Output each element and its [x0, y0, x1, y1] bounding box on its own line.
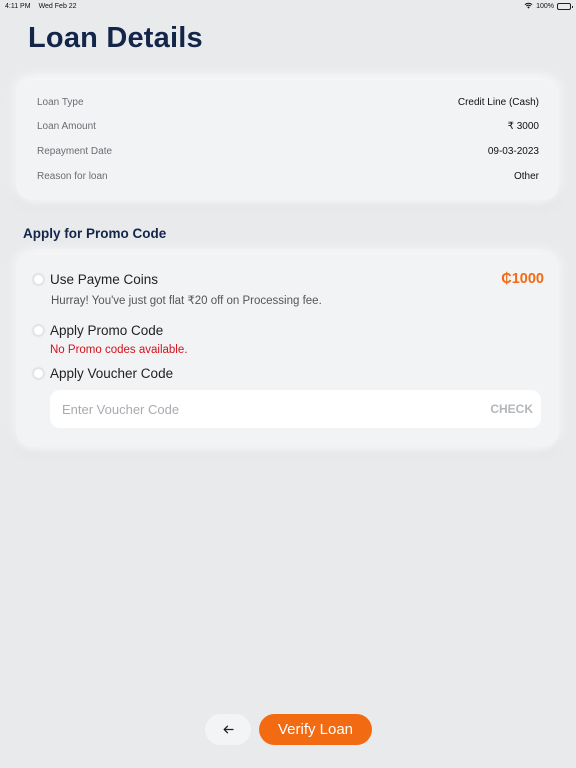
status-time: 4:11 PM	[5, 2, 31, 10]
loan-details-card: Loan Type Credit Line (Cash) Loan Amount…	[16, 80, 559, 200]
option-label: Apply Voucher Code	[50, 366, 174, 381]
voucher-field: CHECK	[50, 390, 541, 428]
coins-hint: Hurray! You've just got flat ₹20 off on …	[51, 295, 322, 307]
radio-payme-coins[interactable]	[33, 274, 44, 285]
promo-section-title: Apply for Promo Code	[23, 226, 167, 241]
detail-row-repayment-date: Repayment Date 09-03-2023	[37, 139, 539, 164]
detail-row-loan-type: Loan Type Credit Line (Cash)	[37, 90, 539, 115]
option-promo-code[interactable]: Apply Promo Code	[33, 323, 163, 338]
detail-label: Reason for loan	[37, 170, 108, 182]
detail-label: Repayment Date	[37, 145, 113, 157]
detail-value: Credit Line (Cash)	[457, 96, 539, 108]
voucher-input[interactable]	[62, 401, 491, 417]
wifi-icon	[524, 2, 533, 11]
radio-promo-code[interactable]	[33, 325, 44, 336]
coins-amount: ₵1000	[501, 271, 544, 287]
status-bar: 4:11 PM Wed Feb 22 100%	[0, 0, 576, 12]
detail-value: ₹ 3000	[507, 121, 539, 133]
option-label: Apply Promo Code	[50, 323, 164, 338]
verify-loan-button[interactable]: Verify Loan	[259, 714, 372, 745]
radio-voucher-code[interactable]	[33, 368, 44, 379]
back-button[interactable]	[205, 714, 251, 745]
arrow-left-icon	[223, 722, 234, 737]
page-title: Loan Details	[28, 22, 203, 54]
detail-row-reason: Reason for loan Other	[37, 164, 539, 189]
detail-label: Loan Amount	[37, 121, 96, 133]
option-label: Use Payme Coins	[50, 272, 159, 287]
promo-card: Use Payme Coins ₵1000 Hurray! You've jus…	[16, 255, 559, 447]
battery-percent: 100%	[536, 2, 554, 10]
detail-value: 09-03-2023	[487, 145, 539, 157]
option-voucher-code[interactable]: Apply Voucher Code	[33, 366, 173, 381]
promo-error: No Promo codes available.	[50, 344, 188, 356]
battery-icon	[557, 2, 573, 10]
detail-value: Other	[513, 170, 539, 182]
detail-row-loan-amount: Loan Amount ₹ 3000	[37, 115, 539, 140]
check-button[interactable]: CHECK	[490, 402, 533, 416]
status-date: Wed Feb 22	[38, 2, 77, 10]
detail-label: Loan Type	[37, 96, 84, 108]
option-payme-coins[interactable]: Use Payme Coins	[33, 272, 158, 287]
